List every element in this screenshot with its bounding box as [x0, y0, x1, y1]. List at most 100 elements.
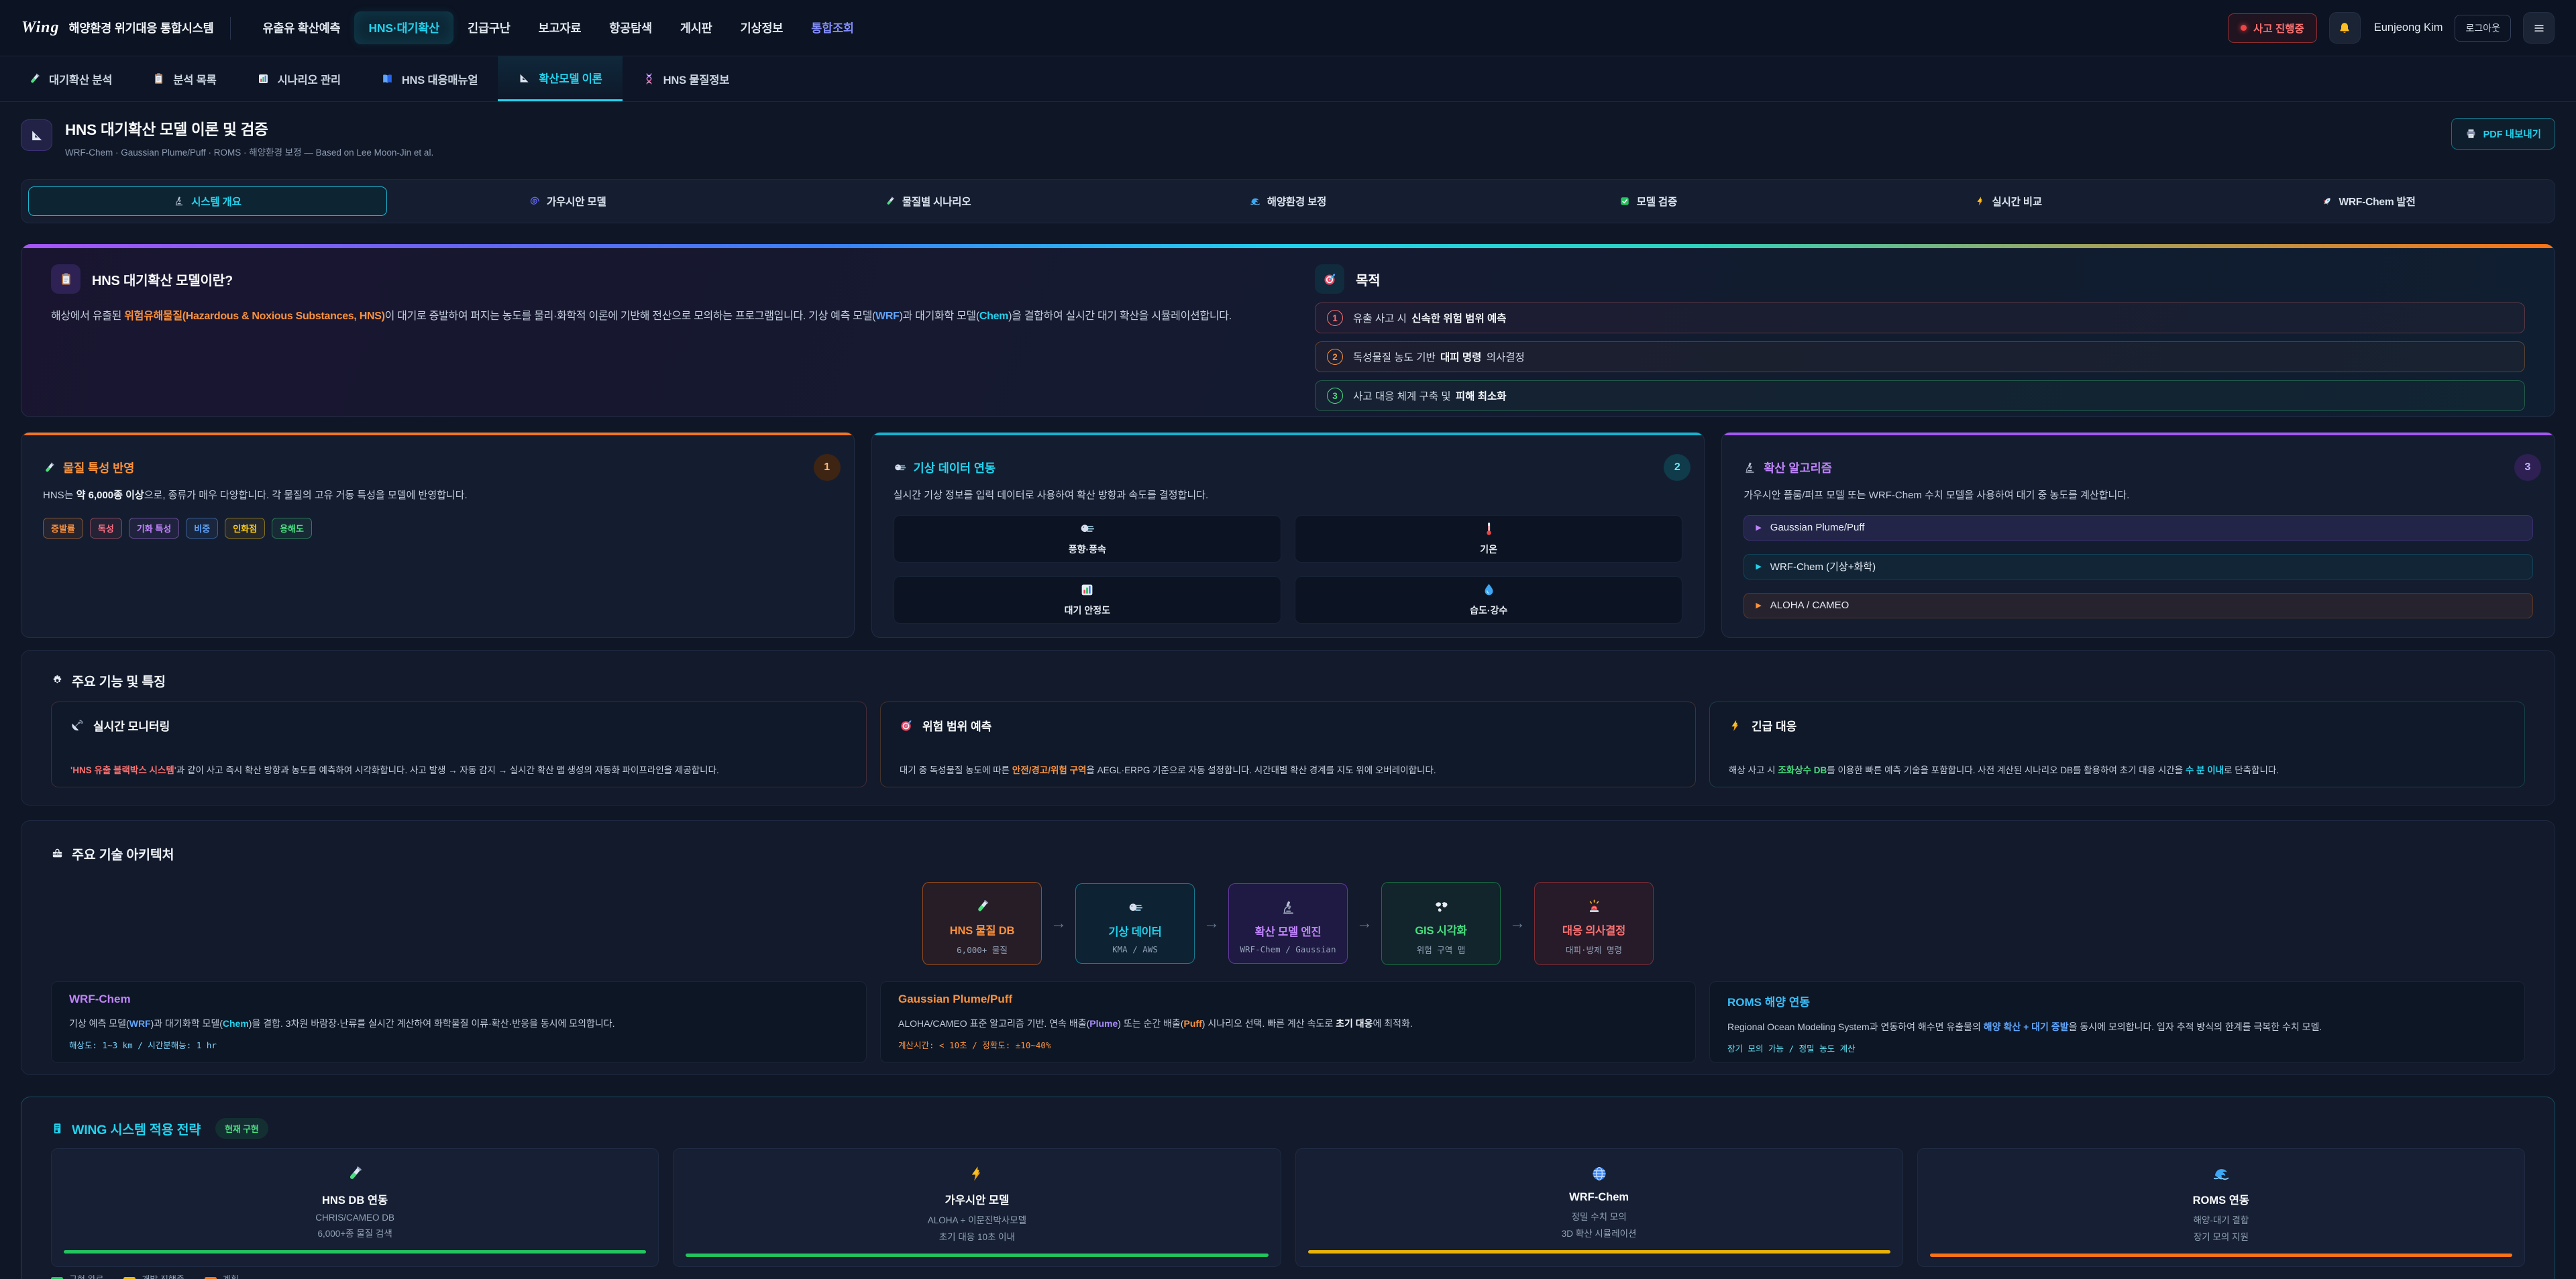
model-body: Regional Ocean Modeling System과 연동하여 해수면… [1727, 1019, 2507, 1036]
algorithm-row[interactable]: ▶Gaussian Plume/Puff [1743, 515, 2533, 541]
text-segment: 위험유해물질(Hazardous & Noxious Substances, H… [124, 311, 384, 322]
subnav-item[interactable]: 분석 목록 [132, 56, 236, 101]
subnav-item[interactable]: HNS 대응매뉴얼 [361, 56, 498, 101]
section-tab[interactable]: 해양환경 보정 [1109, 186, 1468, 216]
text-segment: )을 결합하여 실시간 대기 확산을 시뮬레이션합니다. [1008, 311, 1232, 322]
subnav-item[interactable]: 대기확산 분석 [8, 56, 132, 101]
flow-step-subtitle: KMA / AWS [1112, 944, 1158, 954]
notification-button[interactable] [2329, 12, 2361, 44]
text-segment: 대피 명령 [1440, 352, 1481, 364]
algorithm-row[interactable]: ▶ WRF-Chem (기상+화학) [1743, 554, 2533, 579]
weather-tile: 습도·강수 [1295, 576, 1682, 624]
chevron-right-icon: ▶ [1756, 601, 1761, 610]
architecture-heading: 주요 기술 아키텍처 [72, 844, 174, 863]
pillar-body: 실시간 기상 정보를 입력 데이터로 사용하여 확산 방향과 속도를 결정합니다… [894, 486, 1683, 505]
page-subtitle: WRF-Chem · Gaussian Plume/Puff · ROMS · … [65, 145, 433, 158]
purpose-item: 3 사고 대응 체계 구축 및 피해 최소화 [1315, 380, 2525, 411]
section-tab[interactable]: 실시간 비교 [1829, 186, 2188, 216]
features-section: 주요 기능 및 특징 실시간 모니터링 'HNS 유출 블랙박스 시스템'과 같… [21, 650, 2555, 805]
section-tab-label: 모델 검증 [1637, 194, 1677, 209]
algorithm-label: WRF-Chem (기상+화학) [1770, 559, 1876, 573]
purpose-list: 1 유출 사고 시 신속한 위험 범위 예측 2 독성물질 농도 기반 대피 명… [1315, 302, 2525, 411]
nav-item[interactable]: 유출유 확산예측 [249, 11, 355, 44]
pdf-export-button[interactable]: PDF 내보내기 [2451, 118, 2555, 150]
pillar-tags: 증발률독성기화 특성비중인화점용해도 [43, 518, 833, 539]
section-tab-label: 가우시안 모델 [547, 194, 606, 209]
text-segment: 조화상수 DB [1778, 765, 1827, 775]
flow-step-title: GIS 시각화 [1415, 922, 1466, 938]
purpose-item-number: 3 [1327, 388, 1343, 404]
nav-item[interactable]: 항공탐색 [595, 11, 666, 44]
weather-tile: 풍향·풍속 [894, 515, 1281, 563]
section-tab[interactable]: 모델 검증 [1468, 186, 1827, 216]
flow-step-icon [1587, 899, 1602, 914]
text-segment: 초기 대응 [1336, 1018, 1373, 1029]
text-segment: 로 단축합니다. [2224, 765, 2279, 775]
chevron-right-icon: ▶ [1756, 562, 1761, 571]
intro-definition: HNS 대기확산 모델이란? 해상에서 유출된 위험유해물질(Hazardous… [51, 264, 1285, 411]
pillar-algos: ▶Gaussian Plume/Puff ▶ WRF-Chem (기상+화학) ▶ AL… [1743, 515, 2533, 618]
strategy-title: ROMS 연동 [2193, 1191, 2249, 1207]
strategy-line1: ALOHA + 이문진박사모델 [928, 1213, 1026, 1226]
logout-button[interactable]: 로그아웃 [2455, 15, 2511, 42]
incident-status-badge[interactable]: 사고 진행중 [2228, 13, 2317, 43]
section-tab[interactable]: WRF-Chem 발전 [2189, 186, 2548, 216]
section-tab[interactable]: 물질별 시나리오 [749, 186, 1108, 216]
purpose-item: 1 유출 사고 시 신속한 위험 범위 예측 [1315, 302, 2525, 333]
section-tab-icon [1975, 196, 1986, 207]
strategy-line1: CHRIS/CAMEO DB [315, 1213, 394, 1223]
purpose-item-text: 사고 대응 체계 구축 및 피해 최소화 [1353, 388, 1508, 403]
feature-body: 대기 중 독성물질 농도에 따른 안전/경고/위험 구역을 AEGL·ERPG … [900, 763, 1676, 779]
nav-item[interactable]: 기상정보 [727, 11, 798, 44]
feature-icon [1729, 719, 1742, 732]
pdf-export-label: PDF 내보내기 [2483, 127, 2541, 141]
subnav-item-icon [28, 72, 41, 85]
substance-tag: 비중 [186, 518, 218, 539]
legend-label: 개발 진행중 [142, 1272, 184, 1279]
pillar-number-badge: 2 [1664, 454, 1690, 481]
nav-item[interactable]: HNS·대기확산 [354, 11, 453, 44]
text-segment: 대기 중 독성물질 농도에 따른 [900, 765, 1012, 775]
strategy-cards: HNS DB 연동 CHRIS/CAMEO DB 6,000+종 물질 검색 가… [51, 1148, 2525, 1267]
text-segment: HNS는 [43, 490, 76, 501]
substance-tag: 용해도 [272, 518, 312, 539]
model-body: 기상 예측 모델(WRF)과 대기화학 모델(Chem)을 결합. 3차원 바람… [69, 1015, 849, 1032]
hamburger-icon [2532, 21, 2546, 35]
algorithm-row[interactable]: ▶ ALOHA / CAMEO [1743, 593, 2533, 618]
subnav-item[interactable]: 확산모델 이론 [498, 56, 622, 101]
subnav-item[interactable]: HNS 물질정보 [623, 56, 750, 101]
weather-tile: 대기 안정도 [894, 576, 1281, 624]
triangle-ruler-icon [30, 128, 44, 143]
strategy-line1: 정밀 수치 모의 [1572, 1209, 1627, 1223]
nav-item[interactable]: 통합조회 [797, 11, 868, 44]
subnav-item[interactable]: 시나리오 관리 [237, 56, 361, 101]
subnav-item-label: HNS 대응매뉴얼 [402, 71, 478, 87]
section-tab-label: WRF-Chem 발전 [2339, 194, 2416, 209]
text-segment: 약 6,000종 이상 [76, 490, 144, 501]
nav-item[interactable]: 보고자료 [525, 11, 596, 44]
wind-icon [1079, 521, 1095, 537]
algorithm-label: ALOHA / CAMEO [1770, 600, 1849, 611]
model-specs: 계산시간: < 10초 / 정확도: ±10~40% [898, 1038, 1678, 1051]
strategy-progress-bar [1930, 1254, 2512, 1257]
nav-item[interactable]: 게시판 [666, 11, 727, 44]
text-segment: WRF [875, 311, 900, 322]
pillar-card: 2 기상 데이터 연동 실시간 기상 정보를 입력 데이터로 사용하여 확산 방… [871, 432, 1705, 638]
section-tab[interactable]: 시스템 개요 [28, 186, 387, 216]
strategy-card: 가우시안 모델 ALOHA + 이문진박사모델 초기 대응 10초 이내 [673, 1148, 1281, 1267]
section-tab[interactable]: 가우시안 모델 [388, 186, 747, 216]
pillar-body: HNS는 약 6,000종 이상으로, 종류가 매우 다양합니다. 각 물질의 … [43, 486, 833, 505]
flow-step-subtitle: 위험 구역 맵 [1417, 943, 1466, 956]
implementation-badge: 현재 구현 [215, 1118, 268, 1139]
legend-item: 구현 완료 [51, 1272, 103, 1279]
page-header-text: HNS 대기확산 모델 이론 및 검증 WRF-Chem · Gaussian … [65, 118, 433, 158]
text-segment: 사고 대응 체계 구축 및 [1353, 391, 1454, 402]
menu-button[interactable] [2523, 12, 2555, 44]
nav-item[interactable]: 긴급구난 [453, 11, 525, 44]
page-header: HNS 대기확산 모델 이론 및 검증 WRF-Chem · Gaussian … [21, 118, 2555, 158]
arrow-right-icon: → [1356, 914, 1373, 933]
purpose-item-text: 독성물질 농도 기반 대피 명령 의사결정 [1353, 349, 1525, 364]
purpose-panel: 목적 1 유출 사고 시 신속한 위험 범위 예측 2 독성물질 농도 기반 대… [1315, 264, 2525, 411]
feature-body: 해상 사고 시 조화상수 DB를 이용한 빠른 예측 기술을 포함합니다. 사전… [1729, 763, 2506, 779]
subnav-item-label: 분석 목록 [173, 71, 216, 87]
